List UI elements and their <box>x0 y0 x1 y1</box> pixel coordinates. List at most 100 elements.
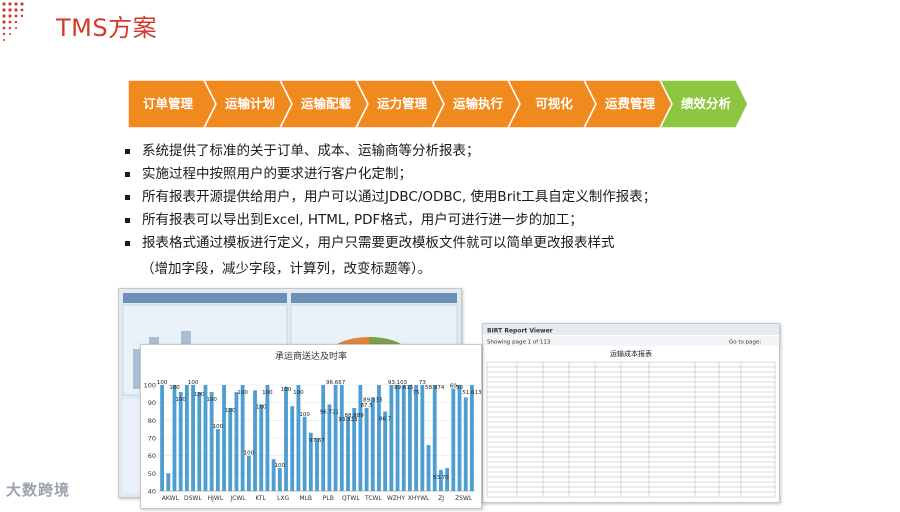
y-tick-label: 60 <box>148 452 156 460</box>
watermark: 大数跨境 <box>6 479 70 500</box>
bar-data-label: 100 <box>213 424 224 430</box>
process-step-7: 运费管理 <box>604 96 655 111</box>
chart-bar <box>160 385 165 491</box>
bar-data-label: 58.974 <box>425 385 445 391</box>
chart-bar <box>408 385 412 491</box>
bar-data-label: 100 <box>194 392 205 398</box>
chart-bar <box>457 385 462 491</box>
chart-bar <box>383 411 388 491</box>
report-paging: Showing page 1 of 113 <box>487 340 551 346</box>
bar-data-label: 100 <box>188 380 199 386</box>
bar-data-label: 96.721 <box>320 409 339 415</box>
chart-bar <box>215 429 220 491</box>
bar-data-label: 75 <box>413 390 420 396</box>
report-viewer-image: BIRT Report Viewer Showing page 1 of 113… <box>483 324 779 502</box>
chart-bar <box>222 385 226 491</box>
chart-bar <box>451 388 456 491</box>
process-step-1: 订单管理 <box>142 96 193 111</box>
bar-data-label: 100 <box>244 451 255 457</box>
bullet-square-icon <box>125 149 130 154</box>
process-step-5: 运输执行 <box>452 96 503 111</box>
bullet-list: 系统提供了标准的关于订单、成本、运输商等分析报表； 实施过程中按照用户的要求进行… <box>122 140 862 255</box>
chart-bar <box>284 386 288 491</box>
chart-bar <box>358 385 363 491</box>
bullet-text: 实施过程中按照用户的要求进行客户化定制； <box>142 166 412 182</box>
chart-bar <box>414 385 419 491</box>
bar-chart: 承运商送达及时率 405060708090100 100100100100100… <box>144 350 482 502</box>
bar-data-label: 100 <box>237 390 248 396</box>
bar-data-label: 100 <box>175 397 186 403</box>
process-flow: 订单管理 运输计划 运输配载 运力管理 运输执行 可视化 运费管理 绩效分析 <box>128 80 773 128</box>
bar-data-label: 100 <box>169 385 180 391</box>
y-tick-label: 40 <box>148 488 156 496</box>
report-title: 运输成本报表 <box>610 349 652 358</box>
x-tick-label: MLB <box>299 495 312 502</box>
bar-data-label: 87.5 <box>360 403 373 409</box>
x-tick-label: WZHY <box>387 495 406 502</box>
process-step-8: 绩效分析 <box>680 96 731 111</box>
bullet-item: 实施过程中按照用户的要求进行客户化定制； <box>122 163 862 186</box>
chart-bar <box>240 385 245 491</box>
y-tick-label: 90 <box>148 399 156 407</box>
chart-bar <box>426 445 431 491</box>
bar-data-label: 100 <box>225 408 236 414</box>
chart-bar <box>296 385 301 491</box>
bar-data-label: 96.667 <box>326 380 346 386</box>
chart-bar <box>346 416 350 491</box>
chart-bar <box>333 385 338 491</box>
bullet-text: 报表格式通过模板进行定义，用户只需要更改模板文件就可以简单更改报表样式 <box>142 235 615 251</box>
bullet-item: 系统提供了标准的关于订单、成本、运输商等分析报表； <box>122 140 862 163</box>
bullet-text: 所有报表可以导出到Excel, HTML, PDF格式，用户可进行进一步的加工； <box>142 212 583 228</box>
x-tick-label: XHYWL <box>408 495 430 502</box>
watermark-text: 大数跨境 <box>6 481 71 499</box>
x-tick-label: HJWL <box>208 495 224 502</box>
bullet-item: 所有报表开源提供给用户，用户可以通过JDBC/ODBC, 使用Brit工具自定义… <box>122 186 862 209</box>
report-viewer-header: BIRT Report Viewer <box>487 328 553 335</box>
bar-data-label: 89.333 <box>363 397 383 403</box>
bullet-item: 报表格式通过模板进行定义，用户只需要更改模板文件就可以简单更改报表样式 <box>122 232 862 255</box>
chart-bar <box>265 385 270 491</box>
x-tick-label: ZJ <box>438 495 444 502</box>
y-tick-label: 50 <box>148 470 156 478</box>
process-step-3: 运输配载 <box>300 96 351 111</box>
bullet-square-icon <box>125 172 130 177</box>
chart-bar <box>395 385 400 491</box>
y-tick-label: 70 <box>148 435 156 443</box>
chart-bar <box>364 407 369 491</box>
chart-bar <box>166 473 171 491</box>
bar-data-label: 86.7 <box>379 417 392 423</box>
bar-data-label: 100 <box>157 380 168 386</box>
x-tick-label: ZSWL <box>455 495 473 502</box>
chart-bar <box>315 438 319 491</box>
report-goto: Go to page: <box>729 340 761 346</box>
chart-bar <box>178 392 183 491</box>
chart-bar <box>234 392 239 491</box>
bullet-text: 所有报表开源提供给用户，用户可以通过JDBC/ODBC, 使用Brit工具自定义… <box>142 189 657 205</box>
bar-data-label: 100 <box>256 404 267 410</box>
carrier-ontime-chart-window: 承运商送达及时率 40 50 60 70 80 90 100 100 100 100 100 100… <box>140 344 482 509</box>
bar-data-label: 89.615 <box>394 385 414 391</box>
bullet-text: 系统提供了标准的关于订单、成本、运输商等分析报表； <box>142 143 480 159</box>
x-tick-label: DSWL <box>184 495 202 502</box>
chart-bar <box>302 416 307 491</box>
bar-data-label: 100 <box>206 397 217 403</box>
bar-data-label: 100 <box>262 390 273 396</box>
chart-bar <box>209 392 214 491</box>
process-step-4: 运力管理 <box>376 96 427 111</box>
bullet-square-icon <box>125 195 130 200</box>
bar-data-label: 97.67 <box>309 438 325 444</box>
chart-bar <box>339 385 344 491</box>
process-step-2: 运输计划 <box>224 96 275 111</box>
bar-data-label: 100 <box>275 463 286 469</box>
chart-bar <box>389 385 394 491</box>
x-tick-label: KTL <box>255 495 266 502</box>
bullet-item: 所有报表可以导出到Excel, HTML, PDF格式，用户可进行进一步的加工； <box>122 209 862 232</box>
x-tick-label: LXG <box>277 495 289 502</box>
bullet-continuation: （增加字段，减少字段，计算列，改变标题等）。 <box>141 261 432 277</box>
x-tick-label: PLB <box>323 495 334 502</box>
bar-data-label: 100 <box>281 387 292 393</box>
bullet-square-icon <box>125 241 130 246</box>
chart-bar <box>246 455 251 491</box>
bar-data-label: 51.613 <box>462 390 481 396</box>
chart-bar <box>228 407 233 491</box>
